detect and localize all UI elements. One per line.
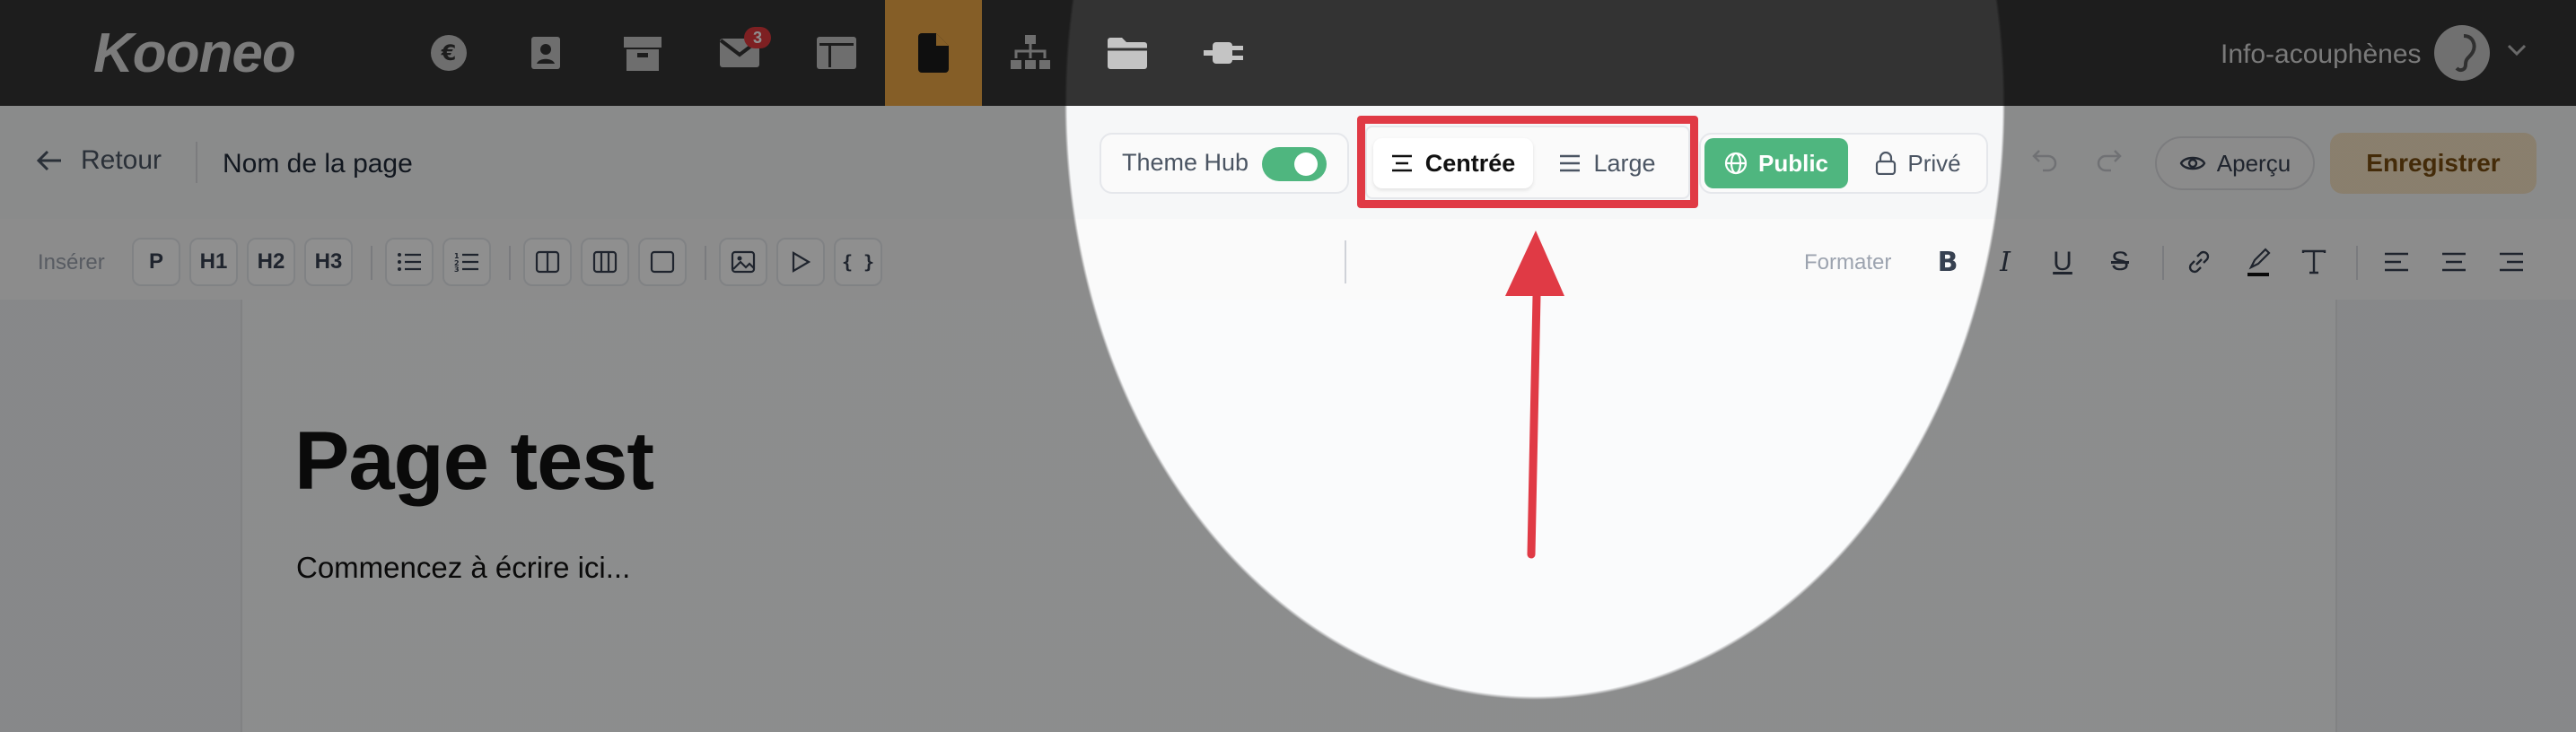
visibility-public-button[interactable]: Public <box>1704 138 1848 188</box>
contacts-icon[interactable] <box>497 0 594 106</box>
eye-icon <box>2179 156 2206 170</box>
folder-icon[interactable] <box>1079 0 1176 106</box>
globe-icon <box>1724 152 1748 175</box>
theme-hub-label: Theme Hub <box>1122 149 1249 176</box>
undo-icon[interactable] <box>2030 147 2059 179</box>
mail-count-badge: 3 <box>744 27 771 48</box>
toolbar-separator <box>371 246 372 280</box>
visibility-private-label: Privé <box>1907 149 1961 177</box>
bullet-list-icon[interactable] <box>385 238 434 286</box>
underline-icon[interactable]: U <box>2045 244 2081 280</box>
header-divider <box>196 142 197 183</box>
toolbar-separator <box>509 246 511 280</box>
bold-icon[interactable]: B <box>1930 244 1966 280</box>
three-columns-icon[interactable] <box>581 238 629 286</box>
format-label: Formater <box>1804 250 1892 274</box>
two-columns-icon[interactable] <box>523 238 572 286</box>
strikethrough-icon[interactable]: S <box>2102 244 2138 280</box>
kooneo-logo[interactable]: Kooneo <box>93 22 296 85</box>
insert-h3-button[interactable]: H3 <box>304 238 353 286</box>
arrow-left-icon <box>36 150 61 171</box>
page-name[interactable]: Nom de la page <box>223 149 413 179</box>
visibility-private-button[interactable]: Privé <box>1855 138 1981 188</box>
video-play-icon[interactable] <box>776 238 825 286</box>
svg-text:€: € <box>441 40 457 65</box>
annotation-highlight-box <box>1357 116 1698 208</box>
save-button[interactable]: Enregistrer <box>2330 133 2537 194</box>
editor-placeholder[interactable]: Commencez à écrire ici... <box>296 551 630 585</box>
italic-icon[interactable]: I <box>1987 244 2023 280</box>
account-name[interactable]: Info-acouphènes <box>2221 39 2422 70</box>
toolbar-separator <box>2162 246 2164 280</box>
top-navigation-bar <box>0 0 2576 106</box>
numbered-list-icon[interactable]: 123 <box>442 238 491 286</box>
svg-text:3: 3 <box>454 266 460 272</box>
text-style-icon[interactable] <box>2296 244 2332 280</box>
plugin-icon[interactable] <box>1176 0 1273 106</box>
insert-h1-button[interactable]: H1 <box>189 238 238 286</box>
preview-label: Aperçu <box>2216 149 2291 177</box>
toolbar-divider <box>1345 240 1346 283</box>
account-avatar[interactable] <box>2434 25 2490 81</box>
toggle-knob <box>1294 152 1318 176</box>
preview-button[interactable]: Aperçu <box>2155 136 2315 190</box>
align-left-icon[interactable] <box>2379 244 2414 280</box>
toolbar-separator <box>705 246 706 280</box>
align-center-text-icon[interactable] <box>2436 244 2472 280</box>
link-icon[interactable] <box>2181 244 2217 280</box>
image-icon[interactable] <box>719 238 767 286</box>
container-block-icon[interactable] <box>638 238 687 286</box>
page-document[interactable] <box>241 300 2337 732</box>
align-right-icon[interactable] <box>2493 244 2529 280</box>
lock-icon <box>1876 152 1897 175</box>
redo-icon[interactable] <box>2095 147 2124 179</box>
insert-paragraph-button[interactable]: P <box>132 238 180 286</box>
back-label: Retour <box>81 145 162 175</box>
back-button[interactable]: Retour <box>36 145 162 176</box>
table-icon[interactable] <box>788 0 885 106</box>
visibility-public-label: Public <box>1757 149 1828 177</box>
mail-icon[interactable] <box>691 0 788 106</box>
toolbar-separator <box>2356 246 2358 280</box>
chevron-down-icon[interactable] <box>2506 43 2528 62</box>
insert-label: Insérer <box>38 250 105 274</box>
products-icon[interactable] <box>594 0 691 106</box>
sitemap-icon[interactable] <box>982 0 1079 106</box>
page-icon[interactable] <box>885 0 982 106</box>
highlight-marker-icon[interactable] <box>2240 244 2276 280</box>
insert-h2-button[interactable]: H2 <box>247 238 295 286</box>
euro-icon[interactable]: € <box>400 0 497 106</box>
page-heading[interactable]: Page test <box>294 414 654 509</box>
code-block-icon[interactable]: { } <box>834 238 882 286</box>
